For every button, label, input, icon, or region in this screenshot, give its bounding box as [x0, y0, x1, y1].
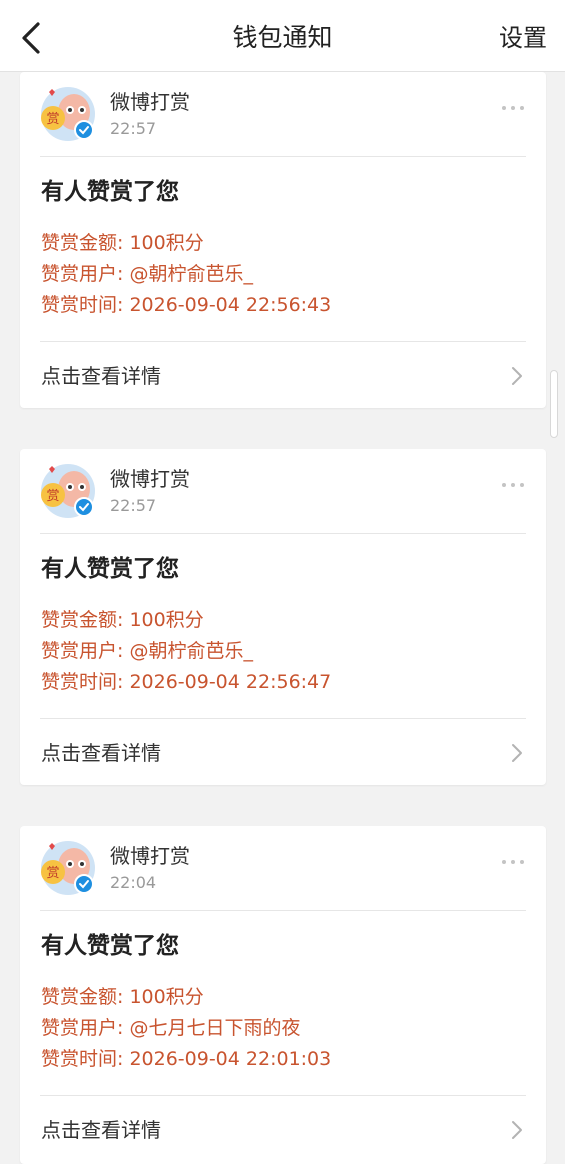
notification-card: 赏 微博打赏 22:57 有人赞赏了您 赞赏金额: 100积分 赞赏用户: @朝… [20, 449, 546, 785]
scrollbar-thumb[interactable] [550, 370, 558, 438]
reward-avatar-icon[interactable]: 赏 [40, 463, 96, 519]
message-time: 22:57 [110, 119, 157, 138]
top-nav-bar: 钱包通知 设置 [0, 0, 565, 72]
footer-divider [40, 341, 526, 342]
sender-name[interactable]: 微博打赏 [110, 88, 190, 116]
chevron-right-icon [512, 367, 522, 385]
verified-badge-icon [74, 497, 94, 517]
more-dots-icon[interactable] [500, 475, 526, 495]
settings-button[interactable]: 设置 [499, 20, 547, 56]
reward-avatar-icon[interactable]: 赏 [40, 840, 96, 896]
reward-time: 赞赏时间: 2026-09-04 22:56:47 [41, 671, 332, 693]
reward-time: 赞赏时间: 2026-09-04 22:56:43 [41, 294, 332, 316]
view-details-row[interactable]: 点击查看详情 [20, 344, 546, 408]
sender-name[interactable]: 微博打赏 [110, 842, 190, 870]
more-dots-icon[interactable] [500, 852, 526, 872]
card-header: 赏 微博打赏 22:04 [20, 826, 546, 910]
reward-user: 赞赏用户: @七月七日下雨的夜 [41, 1017, 301, 1039]
reward-amount: 赞赏金额: 100积分 [41, 609, 204, 631]
notification-headline: 有人赞赏了您 [41, 179, 179, 205]
notification-card: 赏 微博打赏 22:57 有人赞赏了您 赞赏金额: 100积分 赞赏用户: @朝… [20, 72, 546, 408]
card-header: 赏 微博打赏 22:57 [20, 72, 546, 156]
message-time: 22:57 [110, 496, 157, 515]
view-details-label: 点击查看详情 [41, 1118, 161, 1142]
view-details-label: 点击查看详情 [41, 364, 161, 388]
reward-user: 赞赏用户: @朝柠俞芭乐_ [41, 263, 253, 285]
view-details-row[interactable]: 点击查看详情 [20, 1098, 546, 1162]
header-divider [40, 533, 526, 534]
notification-headline: 有人赞赏了您 [41, 933, 179, 959]
more-dots-icon[interactable] [500, 98, 526, 118]
notification-card: 赏 微博打赏 22:04 有人赞赏了您 赞赏金额: 100积分 赞赏用户: @七… [20, 826, 546, 1164]
svg-text:赏: 赏 [46, 866, 59, 881]
reward-avatar-icon[interactable]: 赏 [40, 86, 96, 142]
verified-badge-icon [74, 874, 94, 894]
page-title: 钱包通知 [232, 23, 333, 52]
reward-time: 赞赏时间: 2026-09-04 22:01:03 [41, 1048, 332, 1070]
notification-headline: 有人赞赏了您 [41, 556, 179, 582]
card-header: 赏 微博打赏 22:57 [20, 449, 546, 533]
sender-name[interactable]: 微博打赏 [110, 465, 190, 493]
header-divider [40, 910, 526, 911]
message-time: 22:04 [110, 873, 157, 892]
reward-user: 赞赏用户: @朝柠俞芭乐_ [41, 640, 253, 662]
footer-divider [40, 1095, 526, 1096]
footer-divider [40, 718, 526, 719]
svg-text:赏: 赏 [46, 489, 59, 504]
chevron-right-icon [512, 1121, 522, 1139]
verified-badge-icon [74, 120, 94, 140]
svg-text:赏: 赏 [46, 112, 59, 127]
view-details-label: 点击查看详情 [41, 741, 161, 765]
header-divider [40, 156, 526, 157]
view-details-row[interactable]: 点击查看详情 [20, 721, 546, 785]
reward-amount: 赞赏金额: 100积分 [41, 232, 204, 254]
chevron-right-icon [512, 744, 522, 762]
reward-amount: 赞赏金额: 100积分 [41, 986, 204, 1008]
